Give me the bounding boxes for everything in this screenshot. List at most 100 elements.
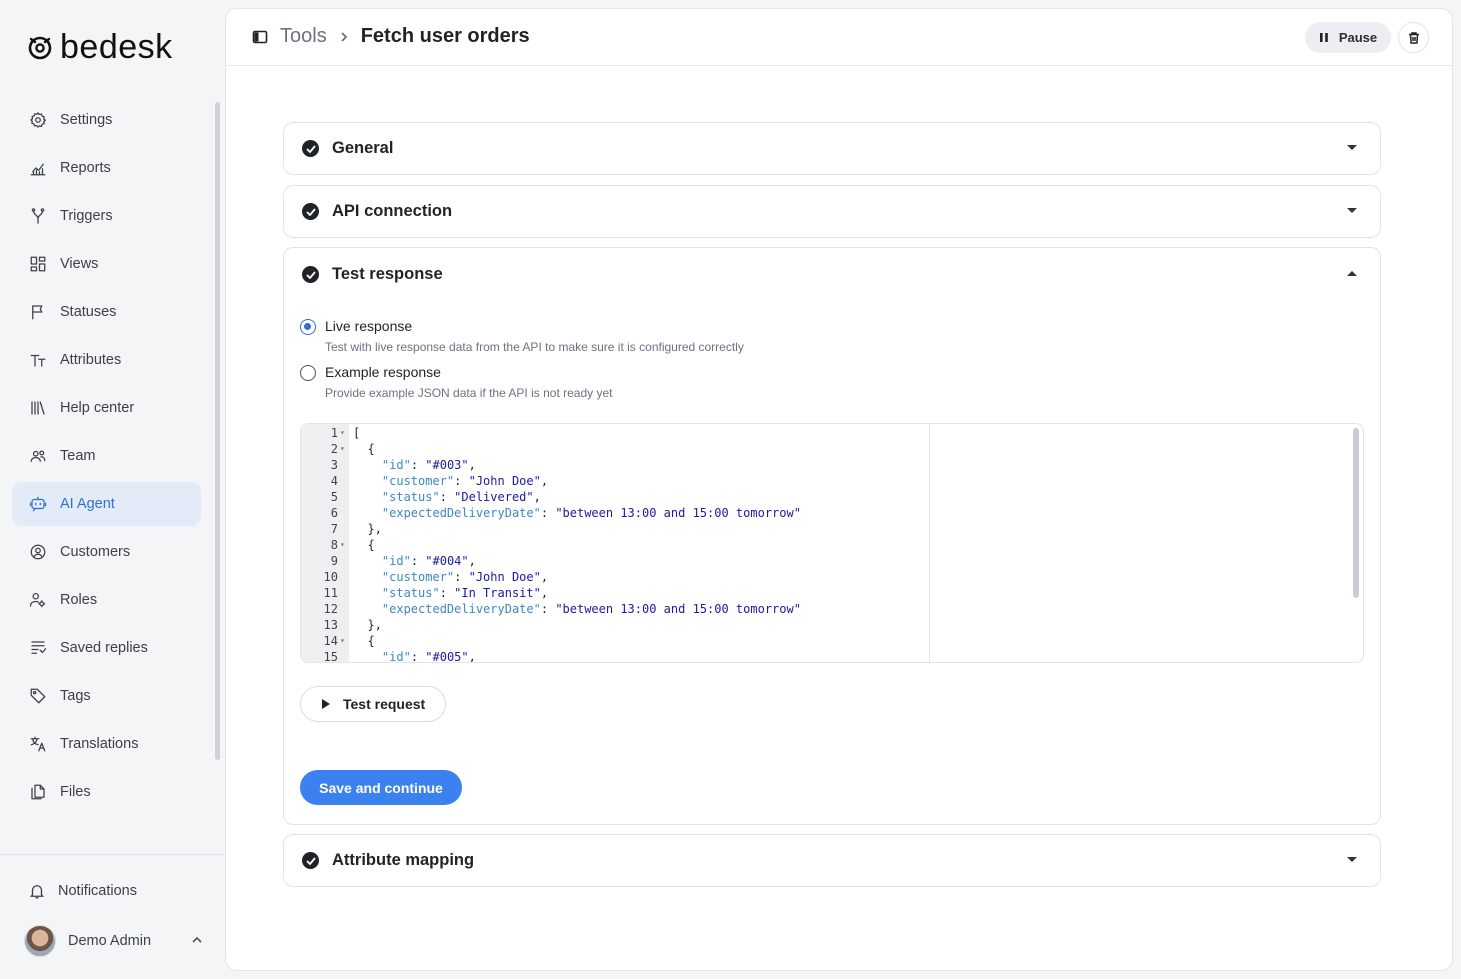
line-number: 5	[330, 490, 338, 504]
line-number: 13	[323, 618, 338, 632]
gear-icon	[28, 110, 48, 130]
code-line: "status": "Delivered",	[381, 490, 541, 504]
section-attribute-mapping-title: Attribute mapping	[332, 851, 475, 869]
avatar	[24, 925, 56, 957]
sidebar-toggle-icon[interactable]	[252, 29, 268, 45]
line-number: 6	[330, 506, 338, 520]
fold-toggle-icon[interactable]: ▾	[340, 441, 346, 457]
caret-up-icon	[1347, 271, 1357, 276]
code-line: "id": "#004",	[381, 554, 476, 568]
sidebar-item-customers[interactable]: Customers	[12, 530, 201, 574]
section-test-response: Test response Live response Test with li…	[283, 247, 1381, 825]
delete-button[interactable]	[1398, 22, 1429, 53]
sidebar-item-attributes[interactable]: Attributes	[12, 338, 201, 382]
topbar: Tools Fetch user orders Pause	[226, 9, 1452, 66]
sidebar-item-tags[interactable]: Tags	[12, 674, 201, 718]
sidebar-item-views[interactable]: Views	[12, 242, 201, 286]
sidebar-item-translations[interactable]: Translations	[12, 722, 201, 766]
section-api-connection-header[interactable]: API connection	[284, 186, 1380, 237]
sidebar-item-ai-agent[interactable]: AI Agent	[12, 482, 201, 526]
section-api-connection-title: API connection	[332, 202, 453, 220]
caret-down-icon	[1347, 857, 1357, 862]
sidebar: bedesk Settings Reports Triggers Views Statu…	[0, 0, 224, 979]
code-line: "expectedDeliveryDate": "between 13:00 a…	[381, 506, 801, 520]
sidebar-item-label: Saved replies	[60, 640, 148, 656]
code-line: },	[353, 618, 382, 632]
sidebar-item-label: Help center	[60, 400, 135, 416]
caret-down-icon	[1347, 145, 1357, 150]
test-request-button[interactable]: Test request	[300, 686, 446, 722]
sidebar-item-label: Attributes	[60, 352, 122, 368]
line-number: 3	[330, 458, 338, 472]
sidebar-item-saved-replies[interactable]: Saved replies	[12, 626, 201, 670]
breadcrumb-tools[interactable]: Tools	[280, 25, 327, 48]
sidebar-item-label: AI Agent	[60, 496, 115, 512]
tag-icon	[28, 686, 48, 706]
sidebar-item-label: Views	[60, 256, 99, 272]
test-request-label: Test request	[343, 696, 426, 712]
code-line: "customer": "John Doe",	[381, 570, 549, 584]
sidebar-item-reports[interactable]: Reports	[12, 146, 201, 190]
pause-button[interactable]: Pause	[1305, 22, 1391, 53]
code-line: [	[353, 426, 361, 440]
files-icon	[28, 782, 48, 802]
section-general-header[interactable]: General	[284, 123, 1380, 174]
fold-toggle-icon[interactable]: ▾	[340, 425, 346, 441]
radio-live-label: Live response	[325, 318, 413, 334]
sidebar-scrollbar[interactable]	[215, 102, 220, 760]
code-line: "id": "#005",	[381, 650, 476, 663]
check-circle-icon	[302, 140, 319, 157]
sidebar-item-label: Customers	[60, 544, 131, 560]
sidebar-item-label: Roles	[60, 592, 98, 608]
line-number: 1	[330, 426, 338, 440]
section-attribute-mapping: Attribute mapping	[283, 834, 1381, 887]
json-editor[interactable]: 1 ▾[2 ▾ {3 "id": "#003", 4 "customer": "Joh…	[300, 423, 1364, 663]
caret-down-icon	[1347, 208, 1357, 213]
section-test-response-title: Test response	[332, 265, 443, 283]
section-attribute-mapping-header[interactable]: Attribute mapping	[284, 835, 1380, 886]
radio-button-live[interactable]	[300, 319, 316, 335]
line-number: 12	[323, 602, 338, 616]
code-line: {	[353, 538, 375, 552]
radio-live-response[interactable]: Live response Test with live response da…	[300, 318, 744, 354]
radio-button-example[interactable]	[300, 365, 316, 381]
section-test-response-header[interactable]: Test response	[284, 248, 1380, 301]
logo[interactable]: bedesk	[26, 30, 173, 64]
line-number: 4	[330, 474, 338, 488]
team-icon	[28, 446, 48, 466]
sidebar-item-triggers[interactable]: Triggers	[12, 194, 201, 238]
sidebar-item-label: Tags	[60, 688, 91, 704]
notifications-link[interactable]: Notifications	[28, 882, 137, 900]
fold-toggle-icon[interactable]: ▾	[340, 537, 346, 553]
logo-text: bedesk	[60, 28, 173, 66]
grid-icon	[28, 254, 48, 274]
section-general-title: General	[332, 139, 394, 157]
sidebar-item-label: Translations	[60, 736, 139, 752]
translate-icon	[28, 734, 48, 754]
play-icon	[322, 699, 330, 709]
breadcrumb: Tools Fetch user orders	[252, 25, 530, 48]
line-number: 8	[330, 538, 338, 552]
code-line: "expectedDeliveryDate": "between 13:00 a…	[381, 602, 801, 616]
fold-toggle-icon[interactable]: ▾	[340, 633, 346, 649]
editor-scrollbar[interactable]	[1353, 428, 1359, 598]
save-and-continue-button[interactable]: Save and continue	[300, 770, 462, 805]
sidebar-item-files[interactable]: Files	[12, 770, 201, 814]
saved-reply-icon	[28, 638, 48, 658]
radio-example-response[interactable]: Example response Provide example JSON da…	[300, 364, 612, 400]
sidebar-nav: Settings Reports Triggers Views Statuses Attr…	[12, 98, 201, 818]
sidebar-item-statuses[interactable]: Statuses	[12, 290, 201, 334]
check-circle-icon	[302, 203, 319, 220]
sidebar-item-settings[interactable]: Settings	[12, 98, 201, 142]
user-gear-icon	[28, 590, 48, 610]
sidebar-item-roles[interactable]: Roles	[12, 578, 201, 622]
chevron-up-icon	[192, 936, 202, 943]
sidebar-item-label: Statuses	[60, 304, 117, 320]
user-menu[interactable]: Demo Admin	[24, 925, 204, 957]
code-line: "status": "In Transit",	[381, 586, 549, 600]
sidebar-item-help-center[interactable]: Help center	[12, 386, 201, 430]
sidebar-item-team[interactable]: Team	[12, 434, 201, 478]
pause-label: Pause	[1338, 30, 1378, 45]
chevron-right-icon	[341, 31, 347, 42]
flag-icon	[28, 302, 48, 322]
